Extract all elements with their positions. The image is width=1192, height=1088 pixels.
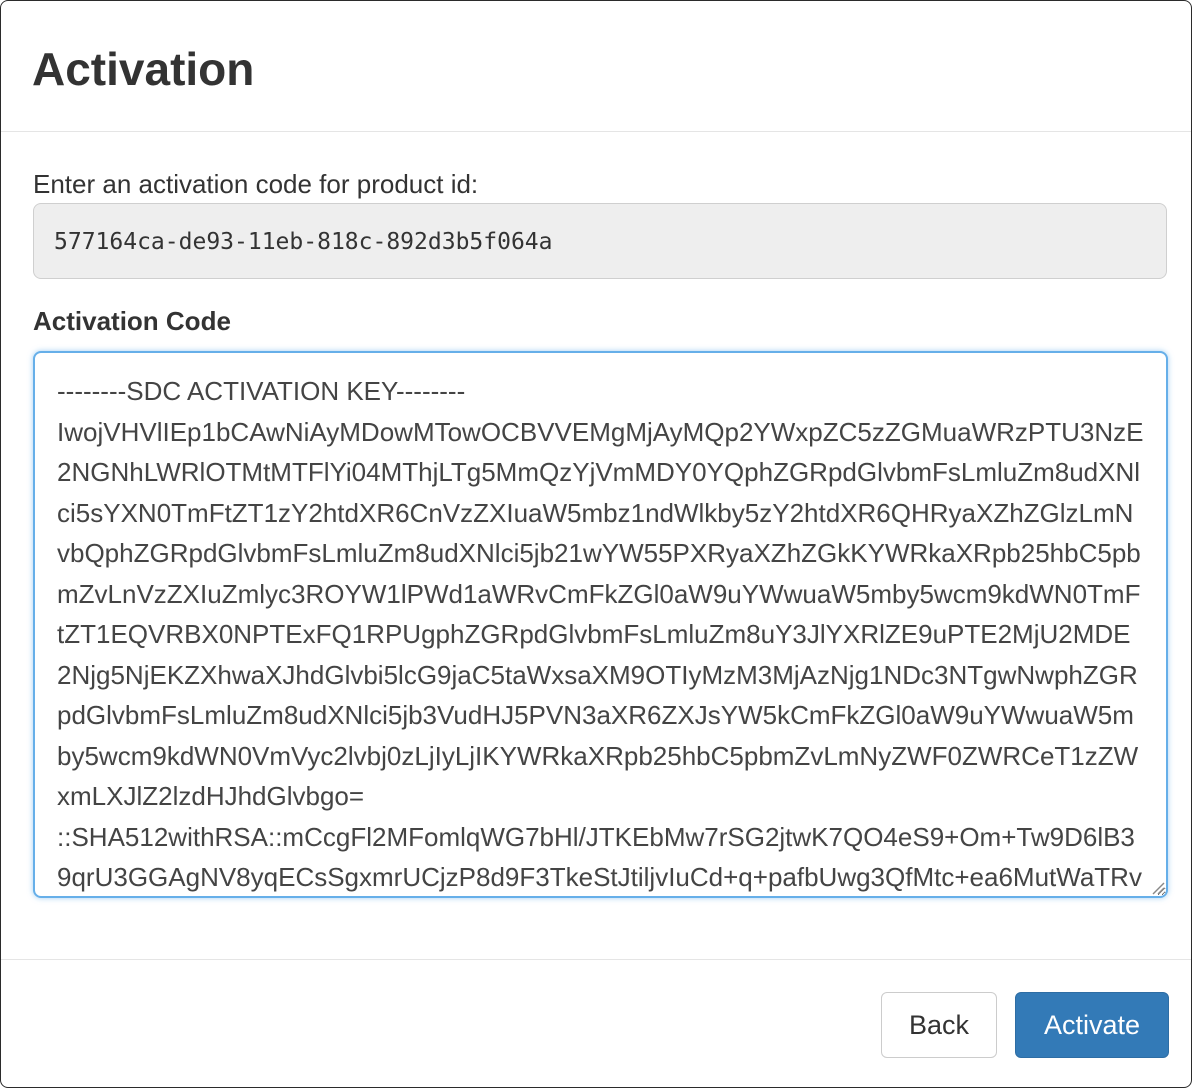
activation-code-textarea[interactable] [33, 351, 1168, 898]
activation-code-label: Activation Code [33, 306, 231, 336]
activation-dialog: Activation Enter an activation code for … [0, 0, 1192, 1088]
resize-grip-icon[interactable] [1149, 879, 1165, 895]
activate-button[interactable]: Activate [1015, 992, 1169, 1058]
dialog-title: Activation [32, 43, 255, 95]
dialog-header: Activation [1, 1, 1191, 132]
product-id-label: Enter an activation code for product id: [33, 169, 479, 199]
product-id-field: 577164ca-de93-11eb-818c-892d3b5f064a [33, 203, 1167, 279]
dialog-footer: Back Activate [1, 959, 1191, 1087]
back-button[interactable]: Back [881, 992, 997, 1058]
